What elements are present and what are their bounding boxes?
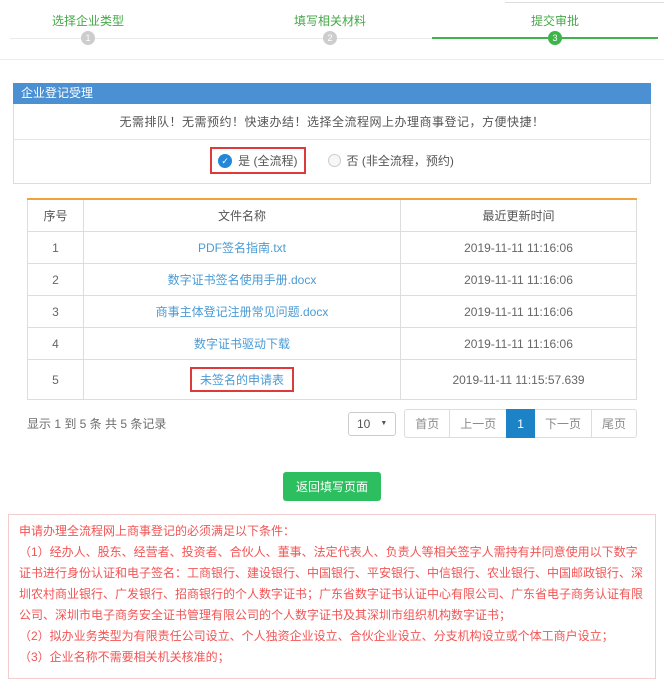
page-size-value: 10 — [357, 417, 370, 431]
table-header-row: 序号 文件名称 最近更新时间 — [28, 199, 637, 232]
back-button-row: 返回填写页面 — [0, 472, 664, 501]
col-header-filename: 文件名称 — [84, 199, 401, 232]
table-row: 3 商事主体登记注册常见问题.docx 2019-11-11 11:16:06 — [28, 296, 637, 328]
step-circle-3-active: 3 — [548, 31, 562, 45]
page-size-select[interactable]: 10 ▼ — [348, 412, 396, 436]
table-row: 5 未签名的申请表 2019-11-11 11:15:57.639 — [28, 360, 637, 400]
radio-no-label[interactable]: 否 (非全流程，预约) — [347, 152, 454, 169]
row-updated-time: 2019-11-11 11:15:57.639 — [401, 360, 637, 400]
last-page-button[interactable]: 尾页 — [591, 409, 637, 438]
file-link-pdf-sign-guide[interactable]: PDF签名指南.txt — [198, 241, 286, 255]
file-link-cert-sign-manual[interactable]: 数字证书签名使用手册.docx — [168, 273, 317, 287]
file-link-cert-driver-download[interactable]: 数字证书驱动下载 — [194, 337, 290, 351]
step-label-choose-type: 选择企业类型 — [0, 12, 188, 29]
col-header-updated: 最近更新时间 — [401, 199, 637, 232]
section-body: 无需排队！无需预约！快速办结！选择全流程网上办理商事登记，方便快捷！ ✓ 是 (… — [13, 104, 651, 184]
step-circle-2: 2 — [323, 31, 337, 45]
col-header-index: 序号 — [28, 199, 84, 232]
row-updated-time: 2019-11-11 11:16:06 — [401, 264, 637, 296]
section-title: 企业登记受理 — [13, 83, 651, 104]
row-updated-time: 2019-11-11 11:16:06 — [401, 232, 637, 264]
next-page-button[interactable]: 下一页 — [534, 409, 592, 438]
file-table-wrap: 序号 文件名称 最近更新时间 1 PDF签名指南.txt 2019-11-11 … — [27, 198, 637, 400]
page: { "steps": { "items": [ { "label": "选择企业… — [0, 0, 664, 562]
table-row: 1 PDF签名指南.txt 2019-11-11 11:16:06 — [28, 232, 637, 264]
promo-notice-text: 无需排队！无需预约！快速办结！选择全流程网上办理商事登记，方便快捷！ — [14, 104, 650, 140]
row-index: 2 — [28, 264, 84, 296]
requirement-item-3: （3）企业名称不需要相关机关核准的； — [19, 647, 645, 668]
radio-option-non-full-process[interactable]: 否 (非全流程，预约) — [328, 152, 454, 169]
step-label-submit-approval: 提交审批 — [455, 12, 655, 29]
pagination-button-group: 首页 上一页 1 下一页 尾页 — [404, 409, 637, 438]
pagination-bar: 显示 1 到 5 条 共 5 条记录 10 ▼ 首页 上一页 1 下一页 尾页 — [27, 409, 637, 438]
row-index: 1 — [28, 232, 84, 264]
pagination-summary: 显示 1 到 5 条 共 5 条记录 — [27, 415, 166, 432]
pagination-controls: 10 ▼ 首页 上一页 1 下一页 尾页 — [348, 409, 637, 438]
file-link-unsigned-application-form[interactable]: 未签名的申请表 — [200, 373, 284, 387]
top-divider-line — [505, 2, 664, 3]
prev-page-button[interactable]: 上一页 — [449, 409, 507, 438]
step-label-fill-materials: 填写相关材料 — [230, 12, 430, 29]
registration-section: 企业登记受理 无需排队！无需预约！快速办结！选择全流程网上办理商事登记，方便快捷… — [13, 83, 651, 184]
requirements-title: 申请办理全流程网上商事登记的必须满足以下条件： — [19, 521, 645, 542]
row-updated-time: 2019-11-11 11:16:06 — [401, 296, 637, 328]
row-index: 4 — [28, 328, 84, 360]
table-row: 4 数字证书驱动下载 2019-11-11 11:16:06 — [28, 328, 637, 360]
requirement-item-1: （1）经办人、股东、经营者、投资者、合伙人、董事、法定代表人、负责人等相关签字人… — [19, 542, 645, 626]
row-index: 3 — [28, 296, 84, 328]
requirements-notice: 申请办理全流程网上商事登记的必须满足以下条件： （1）经办人、股东、经营者、投资… — [8, 514, 656, 679]
highlight-box-unsigned-form: 未签名的申请表 — [190, 367, 294, 392]
process-choice-row: ✓ 是 (全流程) 否 (非全流程，预约) — [14, 140, 650, 183]
step-track-gray — [10, 38, 432, 39]
step-track-green — [432, 37, 658, 39]
radio-checked-icon[interactable]: ✓ — [218, 154, 232, 168]
radio-yes-label[interactable]: 是 (全流程) — [238, 152, 297, 169]
return-to-fill-page-button[interactable]: 返回填写页面 — [283, 472, 381, 501]
table-row: 2 数字证书签名使用手册.docx 2019-11-11 11:16:06 — [28, 264, 637, 296]
file-table: 序号 文件名称 最近更新时间 1 PDF签名指南.txt 2019-11-11 … — [27, 198, 637, 400]
row-updated-time: 2019-11-11 11:16:06 — [401, 328, 637, 360]
caret-down-icon: ▼ — [380, 420, 387, 427]
step-circle-1: 1 — [81, 31, 95, 45]
requirement-item-2: （2）拟办业务类型为有限责任公司设立、个人独资企业设立、合伙企业设立、分支机构设… — [19, 626, 645, 647]
file-link-registration-faq[interactable]: 商事主体登记注册常见问题.docx — [156, 305, 329, 319]
row-index: 5 — [28, 360, 84, 400]
current-page-button[interactable]: 1 — [506, 409, 535, 438]
first-page-button[interactable]: 首页 — [404, 409, 450, 438]
step-wizard: 选择企业类型 填写相关材料 提交审批 1 2 3 — [0, 0, 664, 60]
radio-option-full-process[interactable]: ✓ 是 (全流程) — [210, 147, 305, 174]
radio-unchecked-icon[interactable] — [328, 154, 341, 167]
